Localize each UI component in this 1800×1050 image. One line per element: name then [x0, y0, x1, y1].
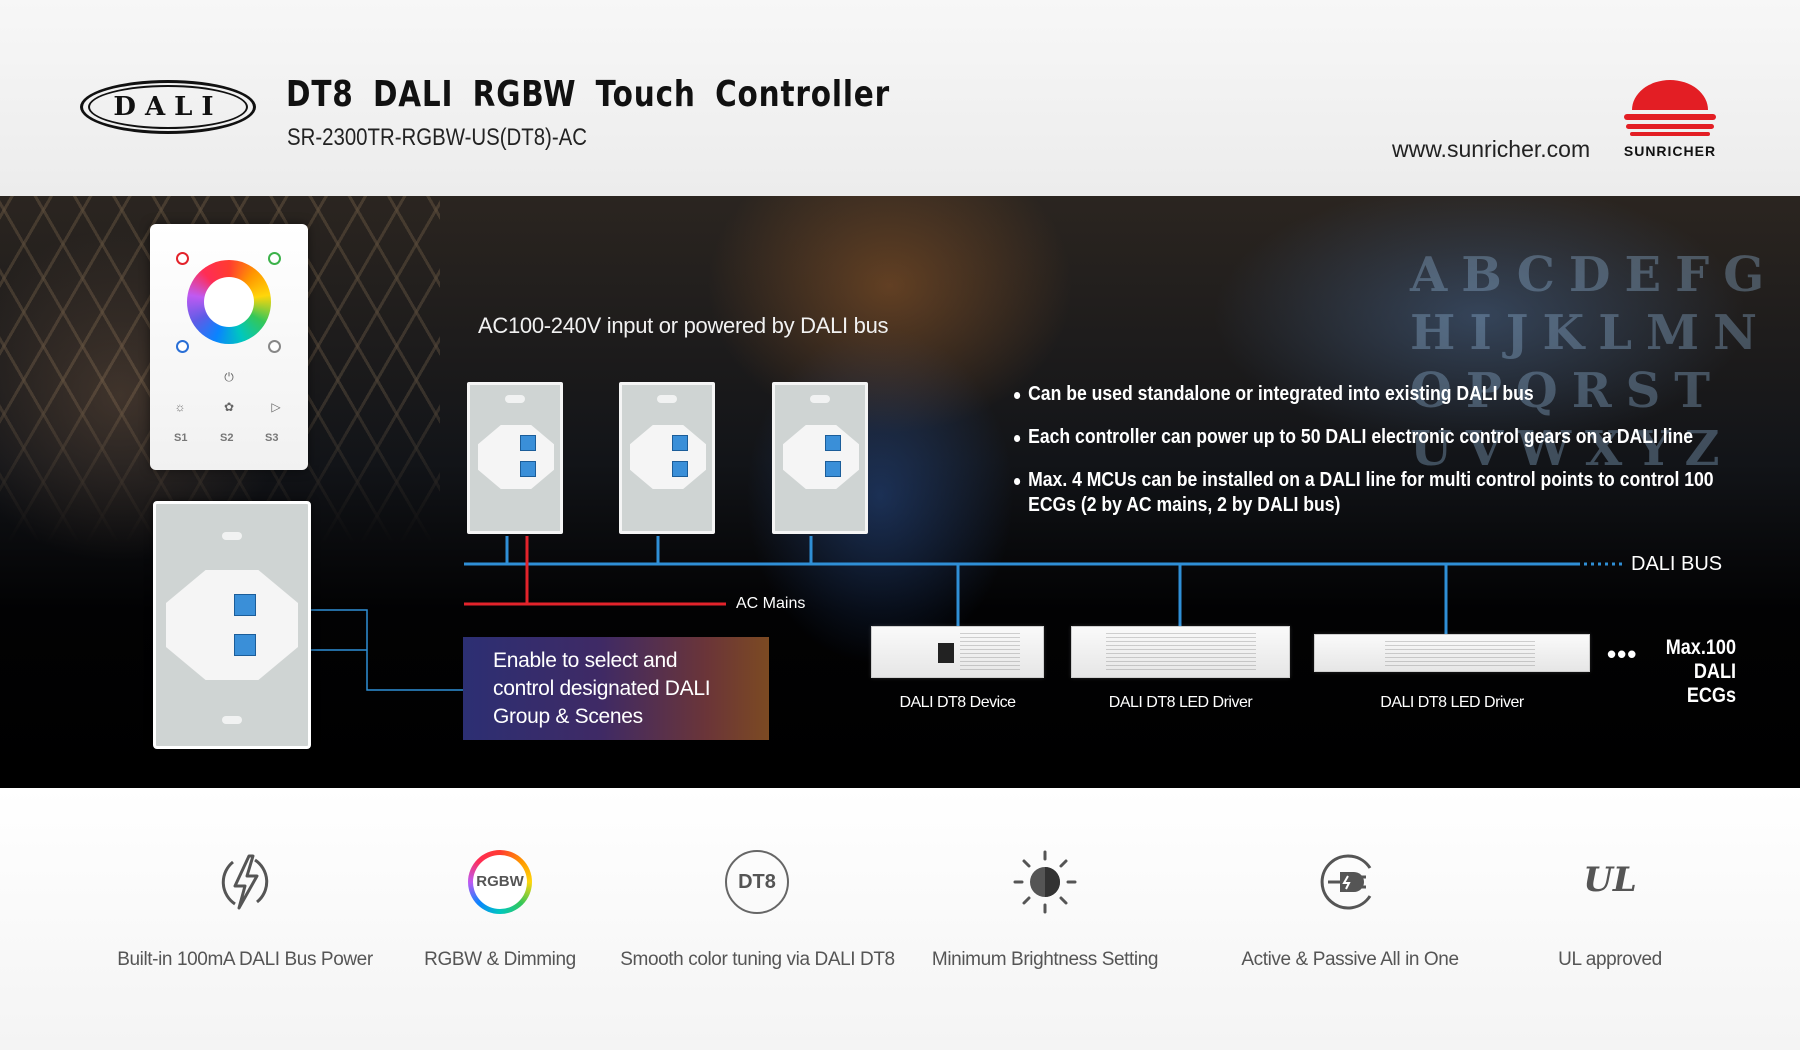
feature-label: Built-in 100mA DALI Bus Power	[117, 949, 373, 970]
feature-dt8: DT8 Smooth color tuning via DALI DT8	[615, 788, 900, 1050]
lightning-icon	[221, 854, 269, 910]
feature-label: UL approved	[1558, 949, 1662, 970]
feature-active-passive: Active & Passive All in One	[1230, 788, 1470, 1050]
rgbw-ring-icon: RGBW	[468, 850, 532, 914]
scene-button-s3[interactable]: S3	[265, 432, 278, 444]
dali-logo: DALI	[80, 80, 256, 134]
dt8-led-driver	[1314, 634, 1590, 672]
device-caption: DALI DT8 LED Driver	[1380, 694, 1524, 711]
bullet-item: Can be used standalone or integrated int…	[1014, 382, 1732, 407]
ul-icon: UL	[1583, 860, 1637, 900]
plug-icon	[1320, 854, 1372, 910]
dali-bus-label: DALI BUS	[1631, 553, 1723, 575]
controller-back-panel	[619, 382, 715, 534]
ac-mains-label: AC Mains	[736, 595, 806, 612]
controller-back-panel	[467, 382, 563, 534]
info-box: Enable to select and control designated …	[463, 637, 769, 740]
feature-bus-power: Built-in 100mA DALI Bus Power	[110, 788, 380, 1050]
color-wheel[interactable]	[187, 260, 271, 344]
feature-ul: UL UL approved	[1520, 788, 1700, 1050]
feature-label: Smooth color tuning via DALI DT8	[620, 949, 895, 970]
red-button-icon[interactable]	[176, 252, 189, 265]
blue-button-icon[interactable]	[176, 340, 189, 353]
green-button-icon[interactable]	[268, 252, 281, 265]
sun-icon	[1013, 850, 1077, 914]
scene-button-s2[interactable]: S2	[220, 432, 233, 444]
feature-min-brightness: Minimum Brightness Setting	[925, 788, 1165, 1050]
touch-panel-back	[153, 501, 311, 749]
bullet-item: Max. 4 MCUs can be installed on a DALI l…	[1014, 468, 1732, 518]
model-number: SR-2300TR-RGBW-US(DT8)-AC	[287, 124, 587, 151]
brightness-icon[interactable]: ☼	[168, 400, 192, 414]
max-ecgs-label: Max.100 DALI ECGs	[1665, 636, 1736, 707]
feature-label: Minimum Brightness Setting	[931, 949, 1159, 970]
bullet-item: Each controller can power up to 50 DALI …	[1014, 425, 1732, 450]
scene-button-s1[interactable]: S1	[174, 432, 187, 444]
sunricher-logo: SUNRICHER	[1616, 80, 1724, 162]
white-button-icon[interactable]	[268, 340, 281, 353]
feature-rgbw: RGBW RGBW & Dimming	[410, 788, 590, 1050]
dt8-device	[871, 626, 1044, 678]
brand-name: SUNRICHER	[1623, 143, 1717, 159]
header: DALI DT8 DALI RGBW Touch Controller SR-2…	[0, 0, 1800, 196]
dip-switch-icon[interactable]	[234, 594, 256, 616]
play-icon[interactable]: ▷	[264, 400, 288, 414]
page-title: DT8 DALI RGBW Touch Controller	[286, 74, 891, 115]
device-caption: DALI DT8 LED Driver	[1108, 694, 1253, 711]
dip-switch-icon[interactable]	[234, 634, 256, 656]
touch-panel-front: ⏻ ☼ ✿ ▷ S1 S2 S3	[150, 224, 308, 470]
control-module	[166, 570, 298, 680]
power-icon[interactable]: ⏻	[217, 370, 241, 385]
more-devices-icon: •••	[1607, 639, 1638, 669]
feature-bullets: Can be used standalone or integrated int…	[1014, 382, 1734, 536]
dt8-icon: DT8	[725, 850, 789, 914]
feature-label: Active & Passive All in One	[1241, 949, 1459, 970]
website-link[interactable]: www.sunricher.com	[1392, 136, 1590, 163]
wiring-diagram: ABCDEFG HIJKLMN OPQRST UVWXYZ AC100-240V…	[0, 196, 1800, 788]
controller-back-panel	[772, 382, 868, 534]
color-mix-icon[interactable]: ✿	[217, 400, 241, 414]
dali-logo-text: DALI	[113, 92, 223, 122]
dt8-led-driver	[1071, 626, 1290, 678]
features-row: Built-in 100mA DALI Bus Power RGBW RGBW …	[0, 788, 1800, 1050]
power-heading: AC100-240V input or powered by DALI bus	[478, 313, 889, 338]
sunrise-arcs-icon	[1624, 80, 1716, 136]
feature-label: RGBW & Dimming	[424, 949, 576, 970]
device-caption: DALI DT8 Device	[899, 694, 1016, 711]
